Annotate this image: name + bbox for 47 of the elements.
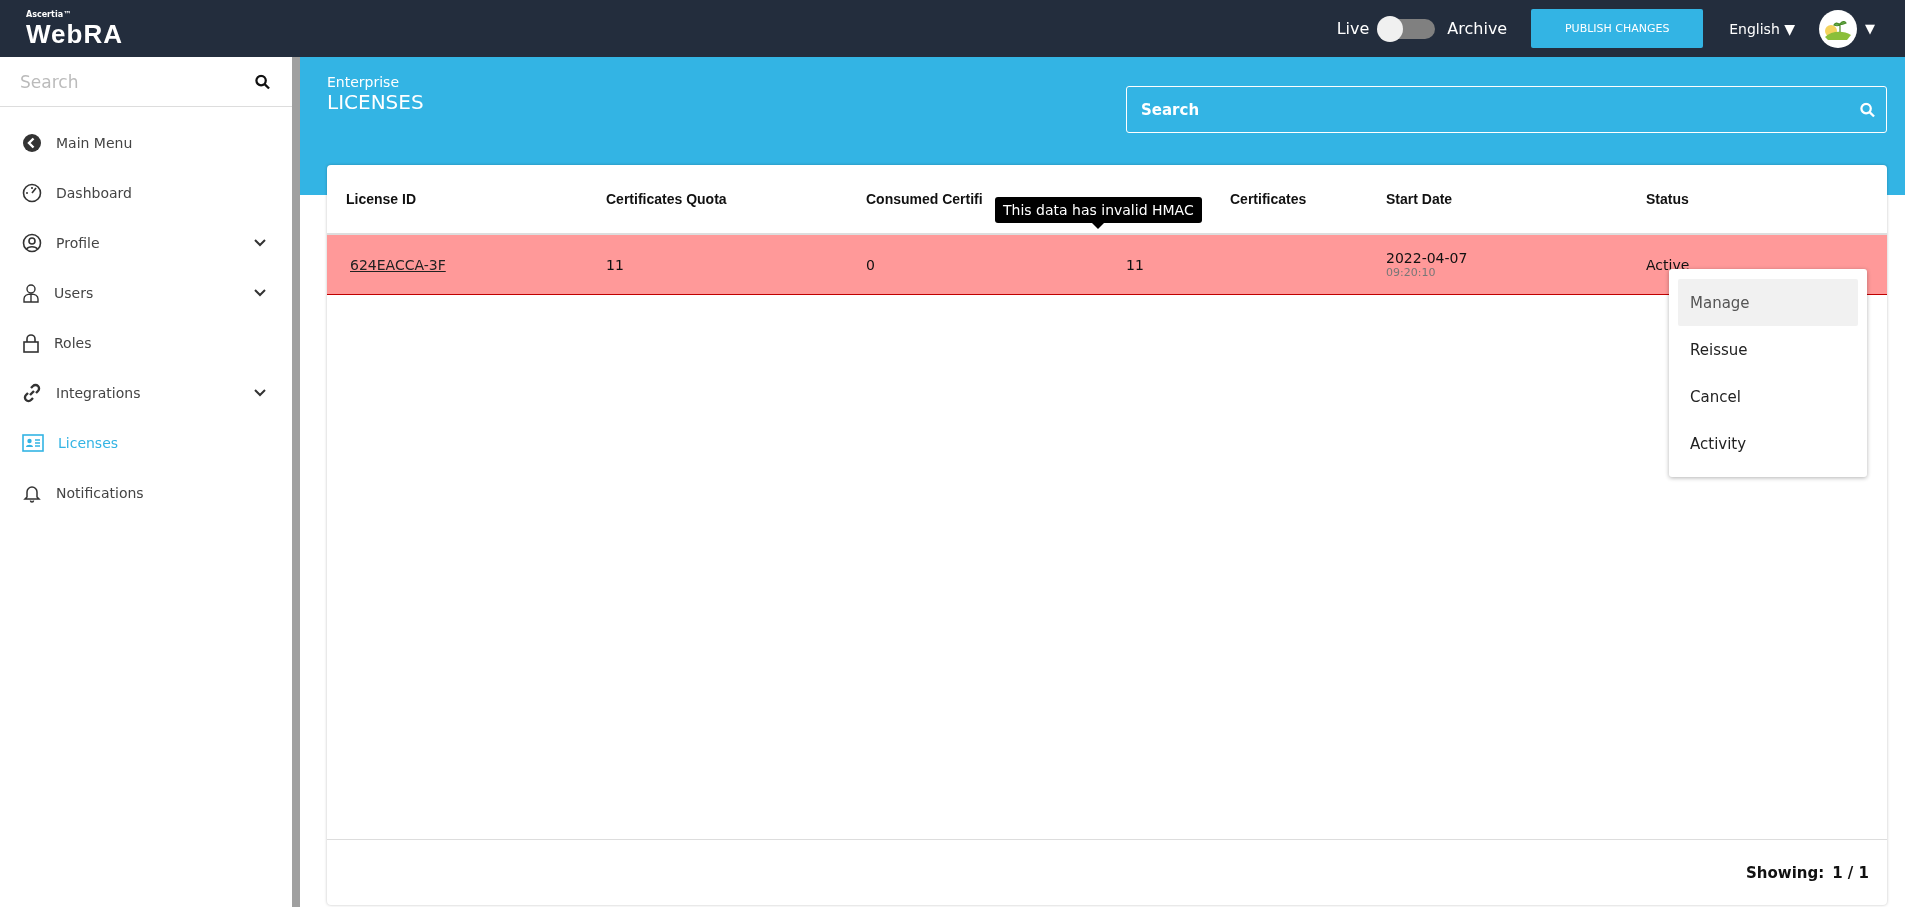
column-header: Certificates Quota [606, 191, 727, 207]
tooltip-pointer-icon [1092, 223, 1105, 229]
search-icon [1860, 102, 1875, 117]
user-circle-icon [22, 233, 42, 253]
gauge-icon [22, 183, 42, 203]
table-cell-text: 2022-04-07 [1386, 250, 1469, 266]
column-header: License ID [346, 191, 417, 207]
bell-icon [22, 483, 42, 503]
column-header: Consumed Certifi [866, 191, 983, 207]
toggle-label: Archive [1447, 19, 1508, 38]
sidebar-item[interactable]: Notifications [0, 468, 292, 518]
link-icon [22, 383, 42, 403]
brand-logo: WebRA [26, 20, 123, 47]
sidebar-item[interactable]: Main Menu [0, 118, 292, 168]
menu-item[interactable]: Cancel [1678, 373, 1858, 420]
sidebar-item[interactable]: Dashboard [0, 168, 292, 218]
showing-count: 1 / 1 [1832, 863, 1869, 882]
showing-label: Showing: [1746, 863, 1825, 882]
language-selector[interactable]: English ▼ [1723, 19, 1801, 38]
avatar[interactable] [1819, 9, 1857, 48]
toggle-knob[interactable] [1377, 15, 1404, 42]
toggle-label: Live [1336, 19, 1370, 38]
person-icon [22, 283, 40, 303]
page-title: LICENSES [327, 90, 424, 114]
table-cell-text: 11 [606, 256, 625, 273]
lock-icon [22, 333, 40, 353]
menu-item[interactable]: Activity [1678, 420, 1858, 467]
table-cell-text: 0 [866, 256, 876, 273]
live-archive-toggle[interactable] [1377, 15, 1436, 42]
brand-tagline: Ascertia™ [26, 10, 73, 19]
search-field[interactable]: Search [1126, 86, 1887, 133]
caret-icon[interactable]: ▼ [1865, 21, 1875, 36]
menu-item[interactable]: Reissue [1678, 326, 1858, 373]
time-text: 09:20:10 [1386, 266, 1437, 279]
license-id-link[interactable]: 624EACCA-3F [346, 256, 606, 273]
sidebar-item[interactable]: Users [0, 268, 292, 318]
search-icon [255, 74, 270, 90]
page-subtitle: Enterprise [327, 74, 401, 90]
id-card-icon [22, 434, 44, 452]
column-header: Start Date [1386, 191, 1453, 207]
column-header: Certificates [1230, 191, 1307, 207]
table-cell-text: 11 [1126, 256, 1145, 273]
sidebar-item[interactable]: Integrations [0, 368, 292, 418]
sidebar-item[interactable]: Profile [0, 218, 292, 268]
menu-item[interactable]: Manage [1678, 279, 1858, 326]
column-header: Status [1646, 191, 1689, 207]
sidebar-item[interactable]: Roles [0, 318, 292, 368]
